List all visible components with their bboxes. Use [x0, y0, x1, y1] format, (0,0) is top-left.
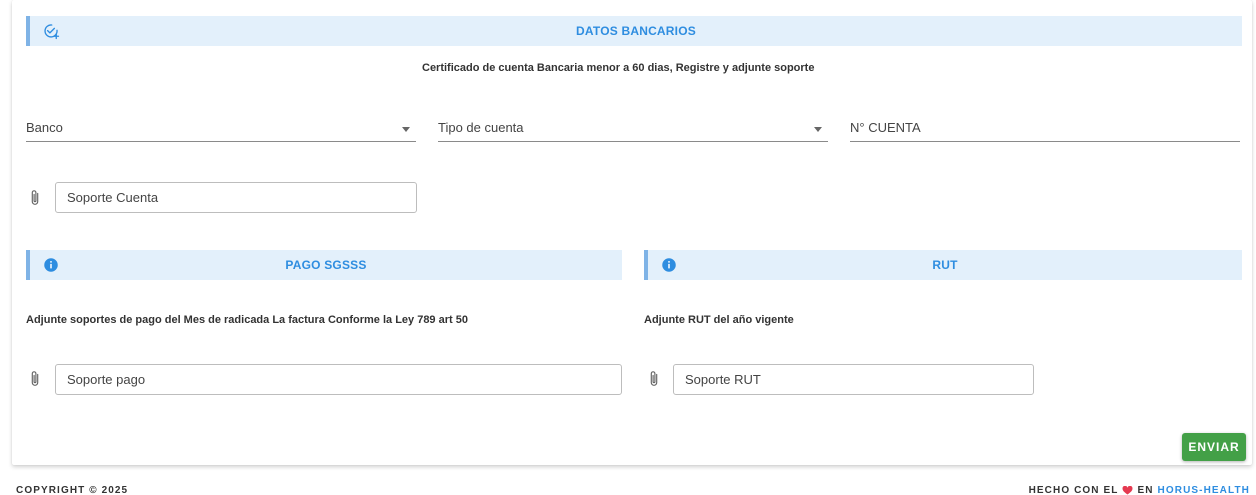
datos-bancarios-title: DATOS BANCARIOS	[576, 24, 696, 38]
info-icon	[662, 258, 676, 272]
numero-cuenta-input[interactable]: N° CUENTA	[850, 114, 1240, 142]
attachment-icon[interactable]	[28, 370, 42, 388]
attachment-icon[interactable]	[28, 189, 42, 207]
tipo-cuenta-label: Tipo de cuenta	[438, 120, 524, 135]
made-with-middle: EN	[1137, 485, 1154, 495]
horus-health-link[interactable]: HORUS-HEALTH	[1158, 485, 1250, 495]
copyright-text: COPYRIGHT © 2025	[16, 485, 129, 495]
banco-label: Banco	[26, 120, 63, 135]
made-with-prefix: HECHO CON EL	[1028, 485, 1119, 495]
attachment-icon[interactable]	[647, 370, 661, 388]
soporte-rut-input[interactable]: Soporte RUT	[673, 364, 1034, 395]
rut-subtitle: Adjunte RUT del año vigente	[644, 314, 794, 326]
datos-bancarios-banner: DATOS BANCARIOS	[26, 16, 1242, 46]
pago-sgsss-subtitle: Adjunte soportes de pago del Mes de radi…	[26, 314, 468, 326]
info-icon	[44, 258, 58, 272]
soporte-pago-input[interactable]: Soporte pago	[55, 364, 622, 395]
calendar-check-plus-icon	[44, 24, 60, 40]
datos-bancarios-subtitle: Certificado de cuenta Bancaria menor a 6…	[422, 62, 815, 74]
chevron-down-icon	[814, 127, 822, 132]
rut-title: RUT	[932, 258, 958, 272]
form-card: DATOS BANCARIOS Certificado de cuenta Ba…	[12, 0, 1252, 465]
tipo-cuenta-select[interactable]: Tipo de cuenta	[438, 114, 828, 142]
made-with-credit: HECHO CON EL EN HORUS-HEALTH	[1029, 485, 1250, 495]
banco-select[interactable]: Banco	[26, 114, 416, 142]
pago-sgsss-banner: PAGO SGSSS	[26, 250, 622, 280]
chevron-down-icon	[402, 127, 410, 132]
enviar-button[interactable]: ENVIAR	[1182, 433, 1246, 461]
rut-banner: RUT	[644, 250, 1242, 280]
soporte-cuenta-input[interactable]: Soporte Cuenta	[55, 182, 417, 213]
pago-sgsss-title: PAGO SGSSS	[285, 258, 367, 272]
heart-icon	[1123, 486, 1133, 495]
numero-cuenta-label: N° CUENTA	[850, 120, 921, 135]
